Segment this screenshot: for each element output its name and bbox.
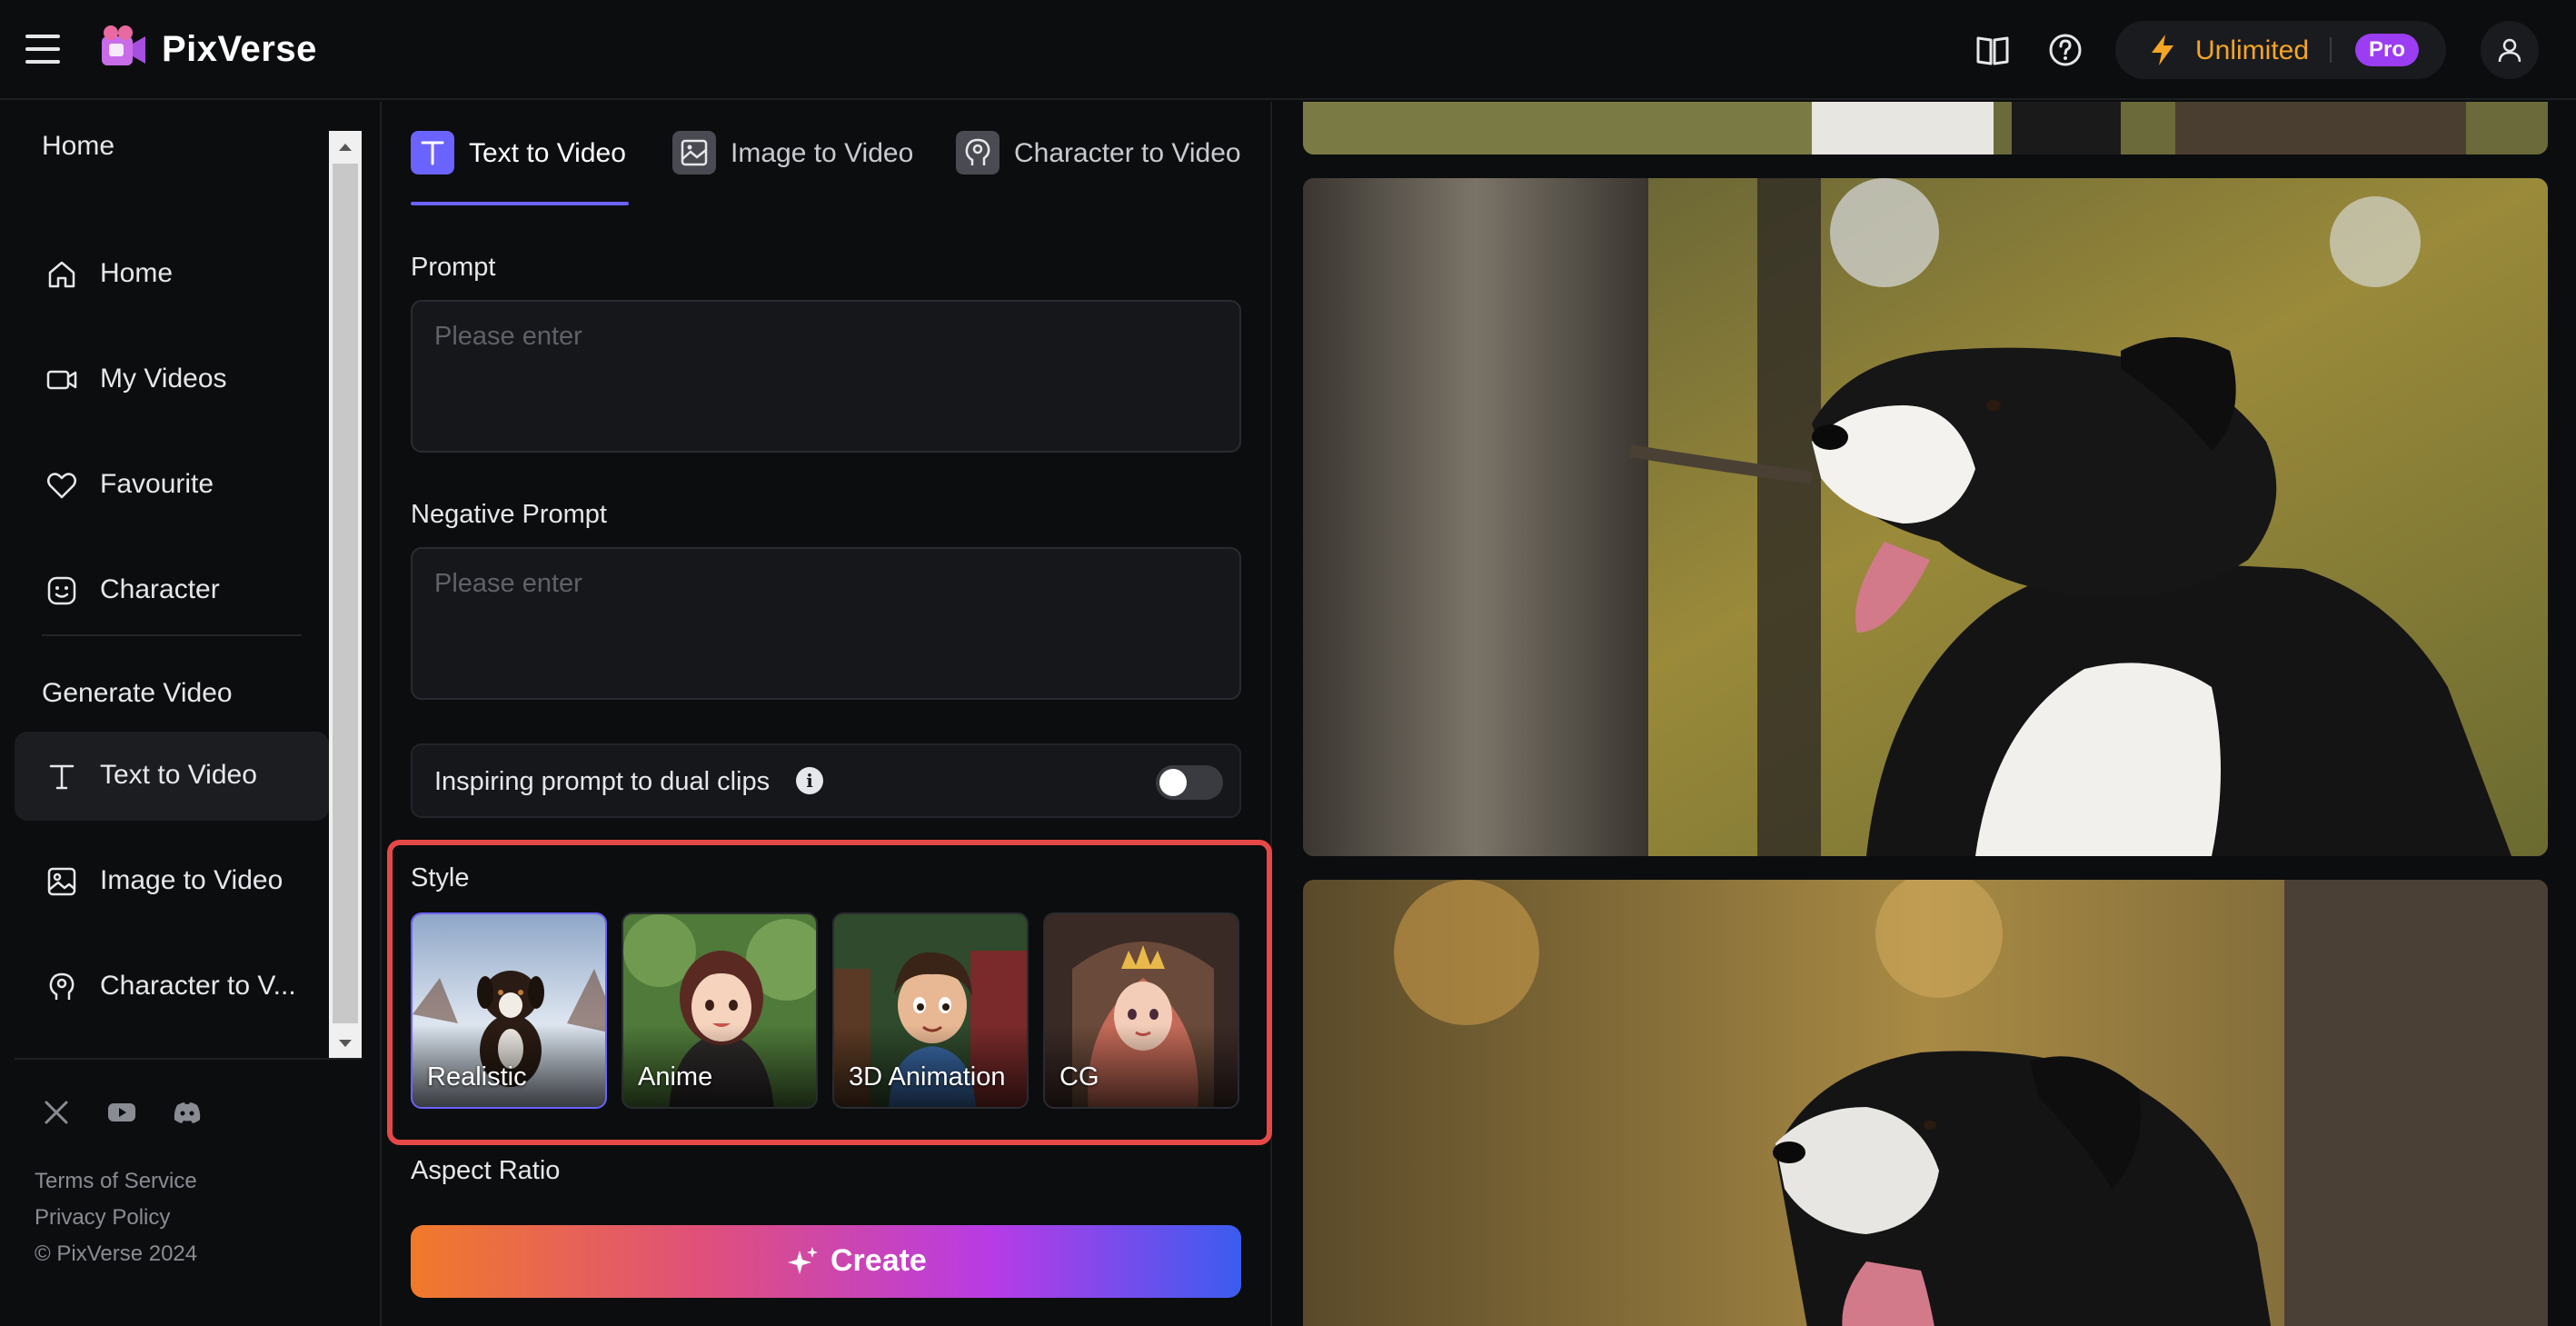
toggle-knob (1159, 769, 1187, 796)
sidebar-item-label: Favourite (100, 469, 214, 499)
lightning-icon (2152, 35, 2173, 65)
image-icon (47, 867, 76, 896)
negative-prompt-placeholder: Please enter (434, 569, 582, 598)
sidebar-item-label: Image to Video (100, 865, 283, 895)
gallery-video-3[interactable] (1303, 880, 2548, 1326)
character-head-icon (956, 131, 1000, 174)
style-option-cg[interactable]: CG (1043, 912, 1239, 1109)
dual-clips-label: Inspiring prompt to dual clips (434, 767, 771, 796)
prompt-input[interactable]: Please enter (411, 300, 1241, 453)
video-gallery (1274, 102, 2576, 1326)
sidebar-item-text-to-video[interactable]: Text to Video (15, 732, 329, 821)
info-icon[interactable]: i (796, 767, 823, 794)
sidebar-footer-divider (15, 1058, 362, 1060)
dual-clips-row: Inspiring prompt to dual clips i (411, 743, 1241, 818)
sidebar-divider (42, 634, 302, 636)
negative-prompt-label: Negative Prompt (411, 500, 607, 529)
generation-panel: Text to Video Image to Video Character t… (383, 102, 1272, 1326)
tab-character-to-video[interactable]: Character to Video (956, 131, 1256, 176)
scroll-up-arrow-icon[interactable] (339, 144, 352, 151)
sidebar-item-label: My Videos (100, 364, 227, 394)
gallery-video-1[interactable] (1303, 102, 2548, 155)
logo-icon (102, 25, 145, 65)
prompt-label: Prompt (411, 253, 496, 282)
sidebar-item-character-to-video[interactable]: Character to V... (15, 942, 329, 1032)
video-camera-icon (46, 370, 77, 390)
sidebar-item-label: Text to Video (100, 760, 257, 790)
scrollbar-thumb[interactable] (333, 164, 358, 1023)
style-option-realistic[interactable]: Realistic (411, 912, 607, 1109)
text-t-icon (49, 764, 75, 790)
style-name: 3D Animation (849, 1062, 1006, 1092)
app-name: PixVerse (162, 29, 317, 69)
character-head-icon (49, 972, 75, 1000)
plan-button[interactable]: Unlimited Pro (2115, 21, 2446, 79)
sidebar-section-home: Home (42, 131, 115, 161)
sidebar: Home Home My Videos Favourite Character … (0, 102, 382, 1326)
sidebar-item-label: Character to V... (100, 971, 296, 1001)
privacy-link[interactable]: Privacy Policy (35, 1205, 170, 1231)
active-tab-indicator (411, 202, 629, 205)
sidebar-item-label: Character (100, 574, 220, 604)
sparkle-icon (788, 1247, 818, 1274)
create-label: Create (830, 1243, 927, 1278)
book-icon[interactable] (1974, 31, 2012, 69)
sidebar-item-favourite[interactable]: Favourite (15, 441, 329, 530)
user-account-button[interactable] (2481, 21, 2539, 79)
aspect-ratio-label: Aspect Ratio (411, 1156, 561, 1185)
x-twitter-icon[interactable] (40, 1096, 73, 1129)
tab-label: Text to Video (469, 138, 626, 168)
tab-image-to-video[interactable]: Image to Video (672, 131, 918, 176)
dog-profile-thumbnail (1303, 880, 2548, 1326)
dog-video-thumbnail (1303, 102, 2548, 155)
style-label: Style (411, 863, 470, 892)
sidebar-section-generate: Generate Video (42, 678, 233, 708)
style-name: Realistic (427, 1062, 527, 1092)
dog-by-tree-thumbnail (1303, 178, 2548, 856)
divider (2330, 37, 2332, 63)
sidebar-item-my-videos[interactable]: My Videos (15, 335, 329, 424)
plan-label: Unlimited (2195, 35, 2310, 65)
user-icon (2498, 38, 2521, 63)
menu-icon[interactable] (25, 35, 60, 64)
style-option-3d-animation[interactable]: 3D Animation (832, 912, 1029, 1109)
top-bar: PixVerse Unlimited Pro (0, 0, 2576, 100)
sidebar-item-image-to-video[interactable]: Image to Video (15, 837, 329, 926)
heart-icon (47, 473, 76, 499)
pro-badge: Pro (2355, 34, 2419, 66)
tab-text-to-video[interactable]: Text to Video (411, 131, 629, 176)
help-icon[interactable] (2046, 31, 2084, 69)
scroll-down-arrow-icon[interactable] (339, 1040, 352, 1047)
prompt-placeholder: Please enter (434, 322, 582, 351)
sidebar-item-home[interactable]: Home (15, 230, 329, 319)
style-name: Anime (638, 1062, 713, 1092)
terms-link[interactable]: Terms of Service (35, 1169, 197, 1194)
copyright-text: © PixVerse 2024 (35, 1241, 198, 1266)
create-button[interactable]: Create (411, 1225, 1241, 1298)
gallery-video-2[interactable] (1303, 178, 2548, 856)
youtube-icon[interactable] (105, 1096, 138, 1129)
image-icon (672, 131, 716, 174)
sidebar-scrollbar[interactable] (329, 131, 362, 1058)
negative-prompt-input[interactable]: Please enter (411, 547, 1241, 700)
style-name: CG (1059, 1062, 1099, 1092)
tab-label: Character to Video (1014, 138, 1241, 168)
style-option-anime[interactable]: Anime (622, 912, 818, 1109)
sidebar-item-character[interactable]: Character (15, 546, 329, 635)
tab-label: Image to Video (731, 138, 914, 168)
sidebar-item-label: Home (100, 258, 174, 288)
discord-icon[interactable] (171, 1096, 204, 1129)
text-t-icon (411, 131, 454, 174)
home-icon (48, 261, 75, 288)
dual-clips-toggle[interactable] (1156, 765, 1223, 800)
smiley-icon (47, 576, 76, 605)
